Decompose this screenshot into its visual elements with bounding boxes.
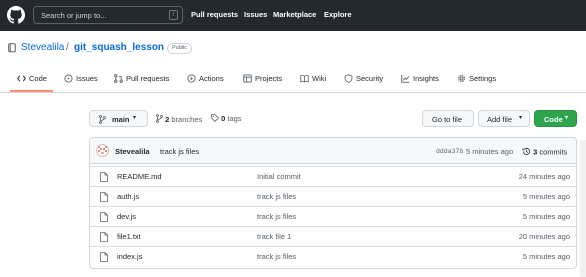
search-input[interactable]: Search or jump to... /	[33, 6, 183, 24]
tab-settings-label: Settings	[469, 74, 497, 83]
file-commit-message[interactable]: track js files	[257, 192, 296, 201]
code-button-label: Code	[544, 115, 563, 124]
latest-commit-bar: Stevealila track js files ddda37b 5 minu…	[90, 138, 576, 164]
chevron-down-icon: ▾	[565, 115, 569, 121]
file-listing: Stevealila track js files ddda37b 5 minu…	[89, 137, 577, 269]
code-button[interactable]: Code ▾	[534, 110, 577, 127]
tab-insights-label: Insights	[413, 74, 439, 83]
play-icon	[187, 74, 196, 83]
issue-icon	[64, 74, 73, 83]
nav-pull-requests[interactable]: Pull requests	[191, 10, 238, 19]
table-icon	[243, 74, 252, 83]
repo-owner-link[interactable]: Stevealila	[21, 42, 64, 53]
branch-icon	[99, 115, 106, 124]
go-to-file-button[interactable]: Go to file	[422, 110, 474, 127]
commits-count: 3	[533, 147, 538, 157]
file-commit-message[interactable]: Initial commit	[257, 172, 301, 181]
repo-name-link[interactable]: git_squash_lesson	[74, 42, 164, 53]
branches-link[interactable]: 2 branches	[156, 114, 202, 124]
branches-label: branches	[171, 115, 203, 124]
file-row[interactable]: auth.js track js files 5 minutes ago	[90, 186, 576, 206]
repo-icon	[8, 43, 16, 53]
branches-count: 2	[165, 115, 170, 124]
branch-icon	[156, 114, 163, 123]
commit-author[interactable]: Stevealila	[115, 147, 150, 156]
file-icon	[100, 252, 108, 262]
chevron-down-icon: ▾	[519, 115, 523, 121]
visibility-badge: Public	[167, 43, 192, 54]
file-row[interactable]: index.js track js files 5 minutes ago	[90, 246, 576, 266]
file-row[interactable]: file1.txt track file 1 20 minutes ago	[90, 226, 576, 246]
pull-request-icon	[114, 74, 123, 83]
branch-name: main	[112, 115, 130, 124]
file-icon	[100, 212, 108, 222]
shield-icon	[344, 74, 353, 83]
file-commit-time: 5 minutes ago	[522, 212, 570, 221]
file-commit-time: 5 minutes ago	[522, 192, 570, 201]
file-row[interactable]: dev.js track js files 5 minutes ago	[90, 206, 576, 226]
file-commit-message[interactable]: track js files	[257, 212, 296, 221]
file-name[interactable]: index.js	[117, 252, 142, 261]
file-commit-message[interactable]: track js files	[257, 252, 296, 261]
commit-time: 5 minutes ago	[466, 147, 514, 156]
tags-count: 0	[221, 114, 226, 123]
file-icon	[100, 232, 108, 242]
commit-message[interactable]: track js files	[160, 147, 199, 156]
branch-select-button[interactable]: main ▾	[89, 110, 148, 127]
tab-actions-label: Actions	[199, 74, 224, 83]
tag-icon	[211, 114, 219, 122]
tab-projects-label: Projects	[255, 74, 283, 83]
file-icon	[100, 172, 108, 182]
nav-issues[interactable]: Issues	[244, 10, 267, 19]
file-name[interactable]: auth.js	[117, 192, 139, 201]
file-row[interactable]: README.md Initial commit 24 minutes ago	[90, 166, 576, 186]
search-placeholder: Search or jump to...	[41, 11, 107, 20]
file-name[interactable]: dev.js	[117, 212, 136, 221]
tabs-divider	[0, 92, 586, 93]
commits-label: commits	[539, 147, 568, 157]
file-icon	[100, 192, 108, 202]
add-file-button[interactable]: Add file ▾	[478, 110, 530, 127]
repo-path-separator: /	[66, 42, 69, 53]
tags-label: tags	[227, 114, 242, 123]
graph-icon	[401, 74, 410, 83]
file-commit-time: 24 minutes ago	[518, 172, 570, 181]
file-name[interactable]: README.md	[117, 172, 162, 181]
file-commit-time: 5 minutes ago	[522, 252, 570, 261]
history-icon	[522, 147, 531, 155]
avatar[interactable]	[96, 144, 109, 157]
tab-code-label: Code	[29, 74, 47, 83]
search-shortcut-key: /	[169, 10, 178, 20]
tab-pull-requests-label: Pull requests	[126, 74, 170, 83]
identicon-icon	[98, 146, 107, 154]
file-name[interactable]: file1.txt	[117, 232, 141, 241]
tab-issues-label: Issues	[76, 74, 98, 83]
commit-sha[interactable]: ddda37b	[436, 148, 463, 155]
gear-icon	[457, 74, 466, 83]
tags-link[interactable]: 0 tags	[211, 114, 242, 123]
file-commit-time: 20 minutes ago	[518, 232, 570, 241]
nav-marketplace[interactable]: Marketplace	[273, 10, 316, 19]
tab-wiki-label: Wiki	[312, 74, 327, 83]
go-to-file-label: Go to file	[432, 115, 463, 124]
chevron-down-icon: ▾	[133, 115, 137, 121]
nav-explore[interactable]: Explore	[324, 10, 352, 19]
scrollbar[interactable]	[580, 140, 586, 277]
book-icon	[300, 75, 309, 83]
file-commit-message[interactable]: track file 1	[257, 232, 291, 241]
tab-security-label: Security	[356, 74, 384, 83]
code-icon	[17, 75, 26, 82]
add-file-label: Add file	[487, 115, 513, 124]
commits-link[interactable]: 3 commits	[522, 147, 567, 157]
github-logo-icon[interactable]	[7, 6, 25, 24]
global-header: Search or jump to... / Pull requests Iss…	[0, 0, 586, 31]
